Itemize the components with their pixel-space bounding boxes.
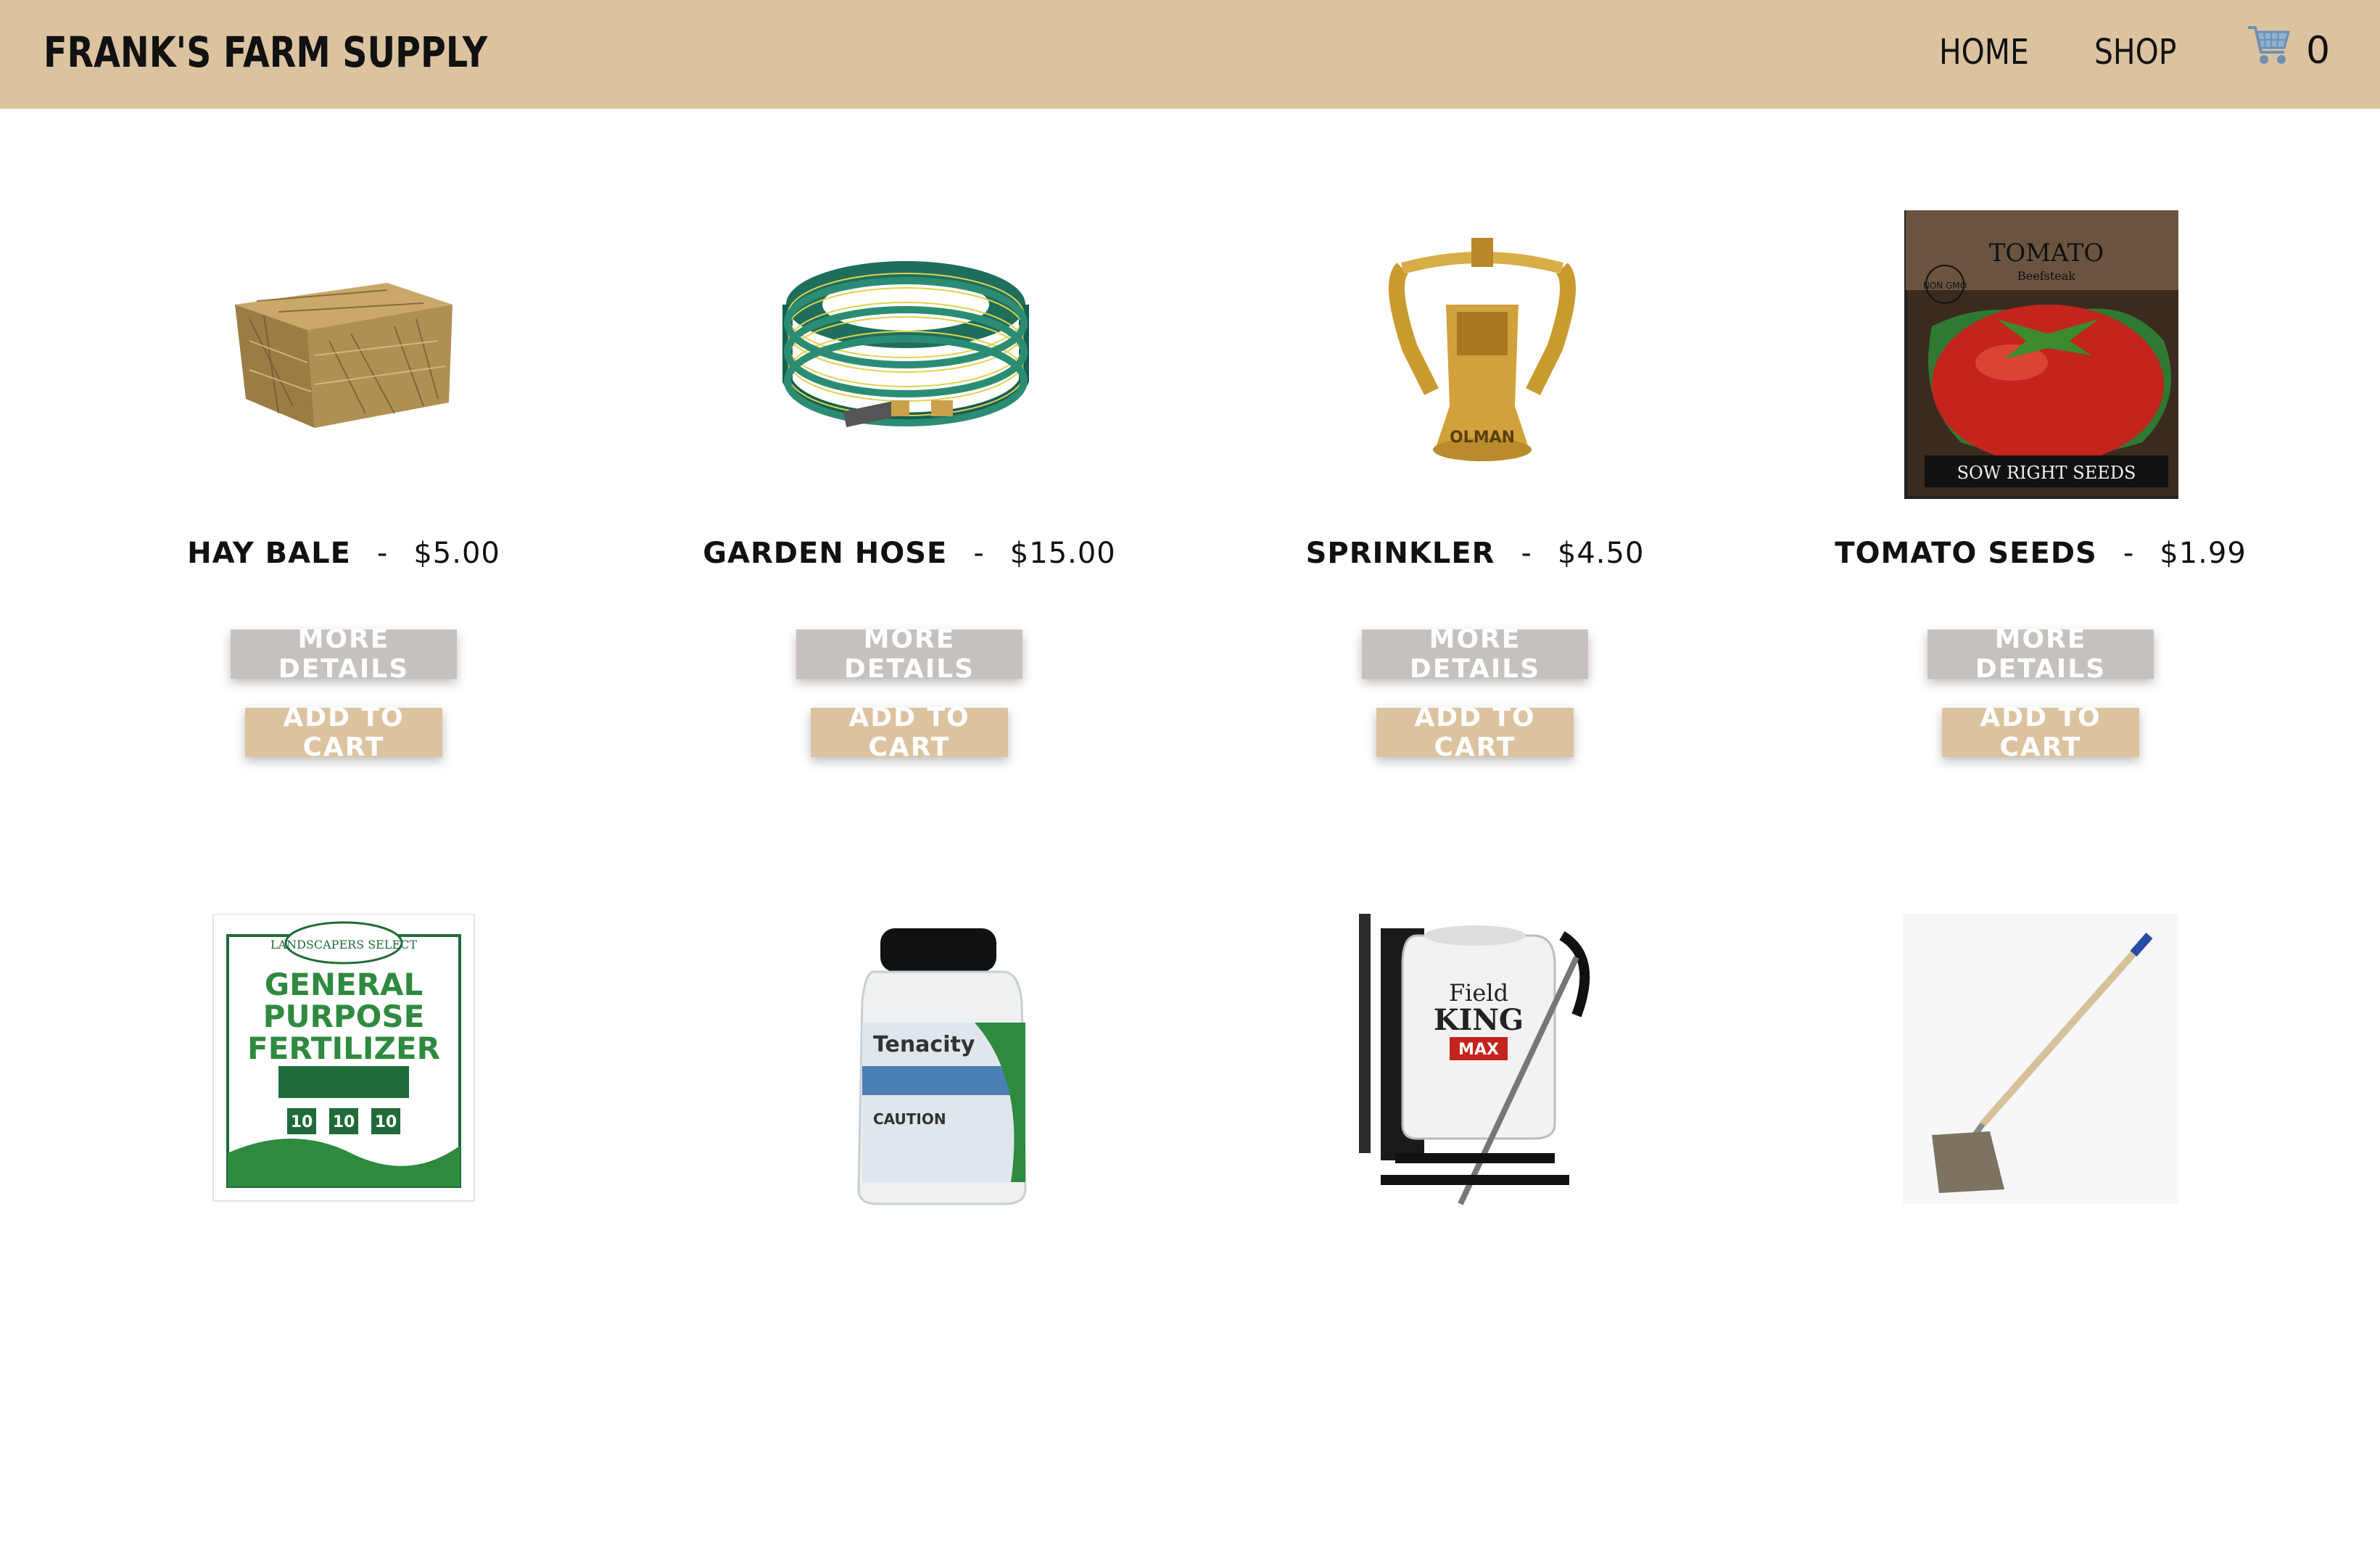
- product-price: $15.00: [1009, 537, 1116, 570]
- herbicide-caution-label: CAUTION: [873, 1110, 946, 1128]
- product-price: $4.50: [1557, 537, 1645, 570]
- non-gmo-badge: NON GMO: [1923, 281, 1967, 291]
- product-card: [1758, 870, 2323, 1552]
- product-price: $1.99: [2160, 537, 2247, 570]
- product-title: GARDEN HOSE - $15.00: [627, 537, 1192, 570]
- site-brand[interactable]: FRANK'S FARM SUPPLY: [44, 28, 487, 77]
- title-separator: -: [973, 537, 984, 570]
- sprayer-model-label: MAX: [1458, 1041, 1499, 1059]
- product-title: TOMATO SEEDS - $1.99: [1758, 537, 2323, 570]
- product-card: HAY BALE - $5.00 MORE DETAILS ADD TO CART: [61, 109, 627, 791]
- nav-home-link[interactable]: HOME: [1939, 32, 2029, 73]
- title-separator: -: [2123, 537, 2134, 570]
- herbicide-bottle-image[interactable]: Tenacity CAUTION: [772, 914, 1047, 1218]
- product-name[interactable]: HAY BALE: [187, 537, 351, 570]
- add-to-cart-button[interactable]: ADD TO CART: [245, 703, 442, 762]
- add-to-cart-button[interactable]: ADD TO CART: [1942, 703, 2139, 762]
- fertilizer-brand-label: LANDSCAPERS SELECT: [270, 938, 417, 952]
- backpack-sprayer-image[interactable]: Field KING MAX: [1337, 914, 1613, 1218]
- title-separator: -: [1521, 537, 1532, 570]
- garden-hose-image[interactable]: [772, 196, 1047, 500]
- add-to-cart-button[interactable]: ADD TO CART: [811, 703, 1008, 762]
- site-header: FRANK'S FARM SUPPLY HOME SHOP 0: [0, 0, 2380, 109]
- shopping-cart-icon[interactable]: [2247, 22, 2292, 68]
- garden-hoe-image[interactable]: [1903, 914, 2178, 1218]
- fertilizer-title-line-2: PURPOSE: [263, 999, 425, 1034]
- product-card: LANDSCAPERS SELECT GENERAL PURPOSE FERTI…: [61, 870, 627, 1552]
- herbicide-brand-label: Tenacity: [873, 1032, 975, 1057]
- add-to-cart-button[interactable]: ADD TO CART: [1376, 703, 1574, 762]
- npk-value-p: 10: [333, 1113, 355, 1131]
- nav-shop-link[interactable]: SHOP: [2094, 32, 2176, 73]
- more-details-button[interactable]: MORE DETAILS: [1927, 624, 2154, 684]
- product-price: $5.00: [413, 537, 500, 570]
- fertilizer-title-line-1: GENERAL: [265, 967, 423, 1002]
- product-card: Field KING MAX: [1192, 870, 1758, 1552]
- product-title: HAY BALE - $5.00: [61, 537, 627, 570]
- more-details-button[interactable]: MORE DETAILS: [1362, 624, 1588, 684]
- product-name[interactable]: TOMATO SEEDS: [1835, 537, 2097, 570]
- npk-value-n: 10: [291, 1113, 313, 1131]
- product-title: SPRINKLER - $4.50: [1192, 537, 1758, 570]
- seed-packet-subtitle: Beefsteak: [2017, 269, 2075, 283]
- product-name[interactable]: GARDEN HOSE: [703, 537, 947, 570]
- more-details-button[interactable]: MORE DETAILS: [796, 624, 1022, 684]
- product-card: OLMAN SPRINKLER - $4.50 MORE DETAILS ADD T…: [1192, 109, 1758, 791]
- product-card: TOMATO Beefsteak NON GMO SOW RIGHT SEEDS…: [1758, 109, 2323, 791]
- product-card: Tenacity CAUTION: [627, 870, 1192, 1552]
- title-separator: -: [376, 537, 388, 570]
- product-card: GARDEN HOSE - $15.00 MORE DETAILS ADD TO C…: [627, 109, 1192, 791]
- product-name[interactable]: SPRINKLER: [1306, 537, 1495, 570]
- hay-bale-image[interactable]: [206, 196, 482, 500]
- sprinkler-image[interactable]: OLMAN: [1337, 232, 1613, 537]
- seed-brand-label: SOW RIGHT SEEDS: [1957, 463, 2136, 483]
- fertilizer-title-line-3: FERTILIZER: [247, 1031, 440, 1066]
- tomato-seeds-image[interactable]: TOMATO Beefsteak NON GMO SOW RIGHT SEEDS: [1903, 209, 2189, 515]
- npk-value-k: 10: [375, 1113, 397, 1131]
- sprayer-brand-line-2: KING: [1434, 1003, 1524, 1037]
- product-grid: HAY BALE - $5.00 MORE DETAILS ADD TO CART: [0, 109, 2380, 1230]
- seed-packet-title: TOMATO: [1989, 239, 2104, 268]
- cart-count[interactable]: 0: [2306, 29, 2330, 73]
- svg-text:OLMAN: OLMAN: [1450, 429, 1515, 447]
- more-details-button[interactable]: MORE DETAILS: [231, 624, 457, 684]
- fertilizer-bag-image[interactable]: LANDSCAPERS SELECT GENERAL PURPOSE FERTI…: [206, 913, 482, 1218]
